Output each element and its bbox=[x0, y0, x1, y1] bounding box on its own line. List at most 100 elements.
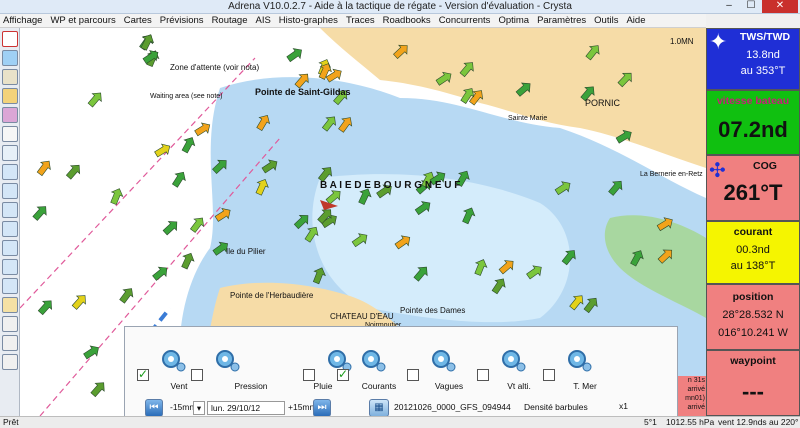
zoom-out-icon[interactable] bbox=[2, 354, 18, 370]
status-pressure: 1012.55 hPa bbox=[666, 417, 715, 427]
menu-wp-parcours[interactable]: WP et parcours bbox=[50, 15, 115, 26]
date-dropdown-arrow-icon[interactable]: ▾ bbox=[193, 401, 205, 415]
cog-box: ✣ COG 261°T bbox=[706, 155, 800, 221]
route-tool-icon[interactable] bbox=[2, 50, 18, 66]
minimize-button[interactable]: – bbox=[718, 0, 740, 13]
latitude-value: 28°28.532 N bbox=[722, 309, 784, 321]
label-ile-pilier: Ile du Pilier bbox=[226, 247, 266, 256]
pan-tool-icon[interactable] bbox=[2, 69, 18, 85]
layer-vt-alti-checkbox[interactable] bbox=[477, 369, 489, 381]
wind-tool-icon[interactable] bbox=[2, 164, 18, 180]
layer-pression: Pression bbox=[191, 350, 271, 393]
maximize-button[interactable]: ☐ bbox=[740, 0, 762, 13]
density-value: x1 bbox=[619, 401, 628, 411]
menu-previsions[interactable]: Prévisions bbox=[160, 15, 204, 26]
menu-cartes[interactable]: Cartes bbox=[124, 15, 152, 26]
layer-tool-icon[interactable] bbox=[2, 259, 18, 275]
grib-file-icon[interactable]: ▦ bbox=[369, 399, 389, 417]
table-tool-icon[interactable] bbox=[2, 126, 18, 142]
window-controls: – ☐ ✕ bbox=[718, 0, 798, 13]
label-waiting-area: Waiting area (see note) bbox=[150, 93, 223, 100]
cog-value: 261°T bbox=[723, 180, 783, 205]
window-title: Adrena V10.0.2.7 - Aide à la tactique de… bbox=[228, 1, 572, 12]
menu-parametres[interactable]: Paramètres bbox=[537, 15, 586, 26]
menu-roadbooks[interactable]: Roadbooks bbox=[383, 15, 431, 26]
layer-courants-label: Courants bbox=[361, 381, 397, 391]
left-toolbar bbox=[0, 28, 20, 416]
label-baie-bourgneuf: B A I E D E B O U R G N E U F bbox=[320, 180, 460, 191]
longitude-value: 016°10.241 W bbox=[718, 327, 788, 339]
lifebuoy-icon[interactable] bbox=[2, 31, 18, 47]
status-bar: Prêt 5°1 1012.55 hPa vent 12.9nds au 220… bbox=[0, 416, 800, 428]
label-chateau-eau: CHATEAU D'EAU bbox=[330, 312, 394, 321]
menu-optima[interactable]: Optima bbox=[498, 15, 529, 26]
layer-t-mer-label: T. Mer bbox=[573, 381, 597, 391]
step-back-button[interactable]: ⏮ bbox=[145, 399, 163, 417]
zoom-in-icon[interactable] bbox=[2, 335, 18, 351]
layer-courants-checkbox[interactable] bbox=[337, 367, 349, 381]
grib-file-name: 20121026_0000_GFS_094944 bbox=[394, 402, 511, 412]
menu-concurrents[interactable]: Concurrents bbox=[439, 15, 491, 26]
menu-aide[interactable]: Aide bbox=[626, 15, 645, 26]
current-box: courant 00.3nd au 138°T bbox=[706, 221, 800, 284]
label-pointe-dames: Pointe des Dames bbox=[400, 306, 465, 315]
label-pointe-herbaudiere: Pointe de l'Herbaudière bbox=[230, 291, 314, 300]
tide-tool-icon[interactable] bbox=[2, 202, 18, 218]
boat-speed-label: vitesse bateau bbox=[716, 95, 790, 107]
position-label: position bbox=[732, 291, 774, 303]
waypoint-tool-icon[interactable] bbox=[2, 278, 18, 294]
close-button[interactable]: ✕ bbox=[762, 0, 798, 13]
graph-tool-icon[interactable] bbox=[2, 145, 18, 161]
menu-bar: Affichage WP et parcours Cartes Prévisio… bbox=[0, 14, 706, 28]
menu-outils[interactable]: Outils bbox=[594, 15, 618, 26]
measure-tool-icon[interactable] bbox=[2, 240, 18, 256]
gear-icon[interactable] bbox=[561, 347, 593, 373]
app-window: Adrena V10.0.2.7 - Aide à la tactique de… bbox=[0, 0, 800, 428]
label-zone-attente: Zone d'attente (voir nota) bbox=[170, 63, 259, 72]
label-pointe-st-gildas: Pointe de Saint-Gildas bbox=[255, 87, 351, 97]
layer-vagues-checkbox[interactable] bbox=[407, 369, 419, 381]
chart-tool-icon[interactable] bbox=[2, 88, 18, 104]
boat-tool-icon[interactable] bbox=[2, 221, 18, 237]
date-field[interactable]: lun. 29/10/12 10h50 bbox=[207, 401, 285, 425]
menu-traces[interactable]: Traces bbox=[346, 15, 375, 26]
grib-layers-dialog: Vent Pression Pluie Courants Vagues bbox=[124, 326, 678, 425]
density-label: Densité barbules : bbox=[524, 402, 588, 424]
compass-tool-icon[interactable] bbox=[2, 297, 18, 313]
menu-histo-graphes[interactable]: Histo-graphes bbox=[279, 15, 338, 26]
density-slider[interactable]: x1 bbox=[593, 400, 657, 415]
gear-icon[interactable] bbox=[155, 347, 187, 373]
layer-checkbox-row: Vent Pression Pluie Courants Vagues bbox=[137, 350, 677, 393]
layer-pression-checkbox[interactable] bbox=[191, 369, 203, 381]
status-pressure-prefix: 5°1 bbox=[644, 417, 657, 427]
gear-icon[interactable] bbox=[495, 347, 527, 373]
overlay-line-2: arrivé bbox=[687, 386, 705, 393]
current-speed: 00.3nd bbox=[736, 244, 770, 256]
twd-value: au 353°T bbox=[740, 65, 786, 77]
label-sainte-marie: Sainte Marie bbox=[508, 115, 547, 122]
zoom-fit-icon[interactable] bbox=[2, 316, 18, 332]
layer-vagues-label: Vagues bbox=[434, 381, 464, 391]
overlay-line-3: mn01) bbox=[685, 395, 705, 402]
boat-speed-value: 07.2nd bbox=[718, 117, 788, 142]
layer-courants: Courants bbox=[337, 350, 417, 393]
current-tool-icon[interactable] bbox=[2, 183, 18, 199]
layer-vent-checkbox[interactable] bbox=[137, 367, 149, 381]
waypoint-value: --- bbox=[742, 379, 764, 404]
waypoint-box: waypoint --- bbox=[706, 350, 800, 416]
instrument-panel: ✦ TWS/TWD 13.8nd au 353°T vitesse bateau… bbox=[706, 28, 800, 416]
layer-vt-alti-label: Vt alti. bbox=[507, 381, 531, 391]
overlay-line-4: arrivé bbox=[687, 404, 705, 411]
step-forward-button[interactable]: ⏭ bbox=[313, 399, 331, 417]
gear-icon[interactable] bbox=[425, 347, 457, 373]
grib-tool-icon[interactable] bbox=[2, 107, 18, 123]
menu-routage[interactable]: Routage bbox=[212, 15, 248, 26]
layer-t-mer-checkbox[interactable] bbox=[543, 369, 555, 381]
menu-ais[interactable]: AIS bbox=[255, 15, 270, 26]
menu-affichage[interactable]: Affichage bbox=[3, 15, 42, 26]
overlay-line-1: n 31s bbox=[687, 377, 705, 384]
label-la-bernerie: La Bernerie en-Retz bbox=[640, 171, 703, 178]
layer-pluie-checkbox[interactable] bbox=[303, 369, 315, 381]
gear-icon[interactable] bbox=[355, 347, 387, 373]
gear-icon[interactable] bbox=[209, 347, 241, 373]
